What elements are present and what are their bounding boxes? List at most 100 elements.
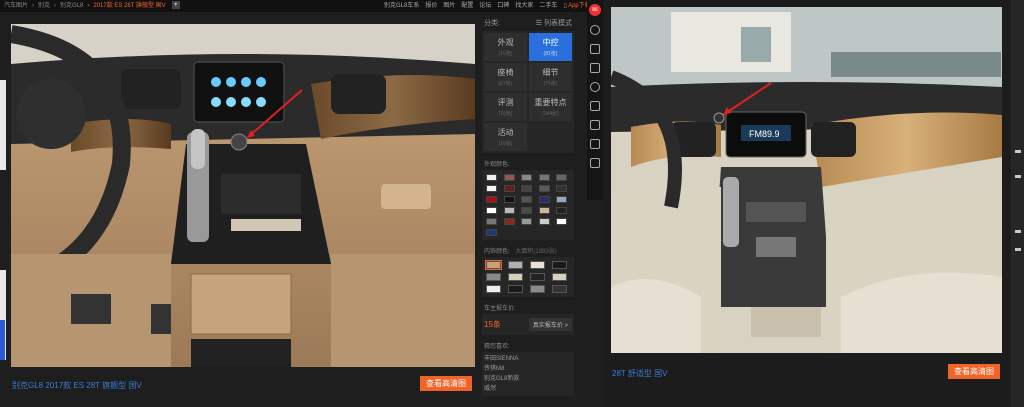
category-events[interactable]: 活动 (16张) xyxy=(484,123,527,151)
nav-item[interactable]: 报价 xyxy=(425,1,437,11)
category-count: (16张) xyxy=(498,111,513,117)
color-swatch[interactable] xyxy=(521,185,533,192)
color-swatch[interactable] xyxy=(503,185,515,192)
nav-item[interactable]: 二手车 xyxy=(539,1,557,11)
list-mode-toggle[interactable]: ☰ 列表模式 xyxy=(536,18,572,28)
color-swatch[interactable] xyxy=(486,196,497,203)
color-swatch[interactable] xyxy=(503,207,515,214)
breadcrumb-item[interactable]: 别克GL8 xyxy=(60,1,83,11)
color-swatch[interactable] xyxy=(486,218,497,225)
category-label: 评测 xyxy=(497,98,514,107)
compete-item[interactable]: 丰田SIENNA xyxy=(484,354,572,364)
chevron-down-icon[interactable]: ▾ xyxy=(171,1,180,9)
interior-color-header: 内饰颜色: 大面积(1883张) xyxy=(482,240,574,257)
color-swatch[interactable] xyxy=(486,185,497,192)
exterior-color-label: 外观颜色: xyxy=(484,162,510,168)
breadcrumb-item[interactable]: 汽车图片 xyxy=(4,1,28,11)
color-swatch[interactable] xyxy=(556,174,568,181)
right-window: FM89.9 28T 舒适型 国V 查看高清图 xyxy=(610,0,1024,407)
color-swatch[interactable] xyxy=(486,207,497,214)
parameter-icon[interactable] xyxy=(590,63,600,73)
breadcrumb-item[interactable]: 别克 xyxy=(38,1,50,11)
color-swatch[interactable] xyxy=(521,207,533,214)
clock-icon[interactable] xyxy=(590,25,600,35)
car-icon[interactable] xyxy=(590,101,600,111)
category-seats[interactable]: 座椅 (67张) xyxy=(484,63,527,91)
user-avatar[interactable]: 86 xyxy=(589,4,601,16)
color-swatch[interactable] xyxy=(538,207,550,214)
nav-item[interactable]: 口碑 xyxy=(497,1,509,11)
color-swatch[interactable] xyxy=(538,196,550,203)
category-count: (344张) xyxy=(542,111,559,117)
nav-item[interactable]: 别克GL8车系 xyxy=(384,1,419,11)
prev-arrow[interactable] xyxy=(0,320,5,360)
category-count: (75张) xyxy=(543,81,558,87)
car-side-icon[interactable] xyxy=(590,120,600,130)
color-swatch[interactable] xyxy=(503,174,515,181)
category-console[interactable]: 中控 (81张) xyxy=(529,33,572,61)
color-swatch[interactable] xyxy=(486,174,497,181)
color-swatch[interactable] xyxy=(552,261,567,269)
edge-swatch xyxy=(1015,150,1021,153)
dealer-label: 车主报车价: xyxy=(484,306,516,312)
interior-extra: 大面积(1883张) xyxy=(515,249,557,255)
main-photo[interactable] xyxy=(11,24,475,367)
bulb-icon[interactable] xyxy=(590,82,600,92)
dealer-icon[interactable] xyxy=(590,139,600,149)
color-swatch[interactable] xyxy=(556,185,568,192)
nav-item[interactable]: 图片 xyxy=(443,1,455,11)
breadcrumb: 汽车图片 › 别克 › 别克GL8 › 2017款 ES 28T 旗舰型 国V … xyxy=(4,1,180,11)
color-swatch[interactable] xyxy=(538,218,550,225)
color-swatch[interactable] xyxy=(530,273,545,281)
exterior-color-swatches xyxy=(482,170,574,240)
top-nav: 别克GL8车系 报价 图片 配置 论坛 口碑 找大家 二手车 ▯ App下载 xyxy=(384,1,591,11)
category-count: (81张) xyxy=(543,51,558,57)
nav-item[interactable]: 配置 xyxy=(461,1,473,11)
nav-item[interactable]: 找大家 xyxy=(515,1,533,11)
edge-swatch xyxy=(1015,248,1021,251)
view-hd-button[interactable]: 查看高清图 xyxy=(948,364,1000,379)
color-swatch[interactable] xyxy=(486,273,501,281)
compare-icon[interactable] xyxy=(590,44,600,54)
color-swatch[interactable] xyxy=(552,273,567,281)
color-swatch[interactable] xyxy=(538,174,550,181)
photo-caption: 别克GL8 2017款 ES 28T 旗舰型 国V xyxy=(12,381,142,390)
nav-item[interactable]: 论坛 xyxy=(479,1,491,11)
dealer-link[interactable]: 真实报车价 > xyxy=(528,318,572,331)
compete-item[interactable]: 传祺M8 xyxy=(484,364,572,374)
color-swatch[interactable] xyxy=(485,260,502,270)
color-swatch[interactable] xyxy=(521,218,533,225)
category-features[interactable]: 重要特点 (344张) xyxy=(529,93,572,121)
color-swatch[interactable] xyxy=(521,174,533,181)
color-swatch[interactable] xyxy=(486,229,497,236)
view-hd-button[interactable]: 查看高清图 xyxy=(420,376,472,391)
interior-color-label: 内饰颜色: xyxy=(484,249,510,255)
category-details[interactable]: 细节 (75张) xyxy=(529,63,572,91)
breadcrumb-sep: › xyxy=(54,3,57,9)
color-swatch[interactable] xyxy=(503,196,515,203)
main-photo[interactable]: FM89.9 xyxy=(611,7,1002,353)
color-swatch[interactable] xyxy=(508,285,523,293)
color-swatch[interactable] xyxy=(503,218,515,225)
gift-icon[interactable] xyxy=(590,158,600,168)
color-swatch[interactable] xyxy=(530,285,545,293)
color-swatch[interactable] xyxy=(556,207,568,214)
color-swatch[interactable] xyxy=(556,218,568,225)
color-swatch[interactable] xyxy=(538,185,550,192)
category-header: 分类: ☰ 列表模式 xyxy=(482,15,574,31)
color-swatch[interactable] xyxy=(521,196,533,203)
left-window: 汽车图片 › 别克 › 别克GL8 › 2017款 ES 28T 旗舰型 国V … xyxy=(0,0,603,407)
color-swatch[interactable] xyxy=(486,285,501,293)
color-swatch[interactable] xyxy=(552,285,567,293)
category-exterior[interactable]: 外观 (16张) xyxy=(484,33,527,61)
color-swatch[interactable] xyxy=(508,273,523,281)
color-swatch[interactable] xyxy=(556,196,568,203)
category-review[interactable]: 评测 (16张) xyxy=(484,93,527,121)
compete-item[interactable]: 别克GL8新款 xyxy=(484,374,572,384)
color-swatch[interactable] xyxy=(530,261,545,269)
filter-panel: 分类: ☰ 列表模式 外观 (16张) 中控 (81张) 座椅 (67张) 细节 (75… xyxy=(482,15,574,407)
color-swatch[interactable] xyxy=(508,261,523,269)
compete-item[interactable]: 威然 xyxy=(484,384,572,394)
interior-photo-illustration xyxy=(11,24,475,367)
right-edge-panel xyxy=(1011,0,1024,407)
